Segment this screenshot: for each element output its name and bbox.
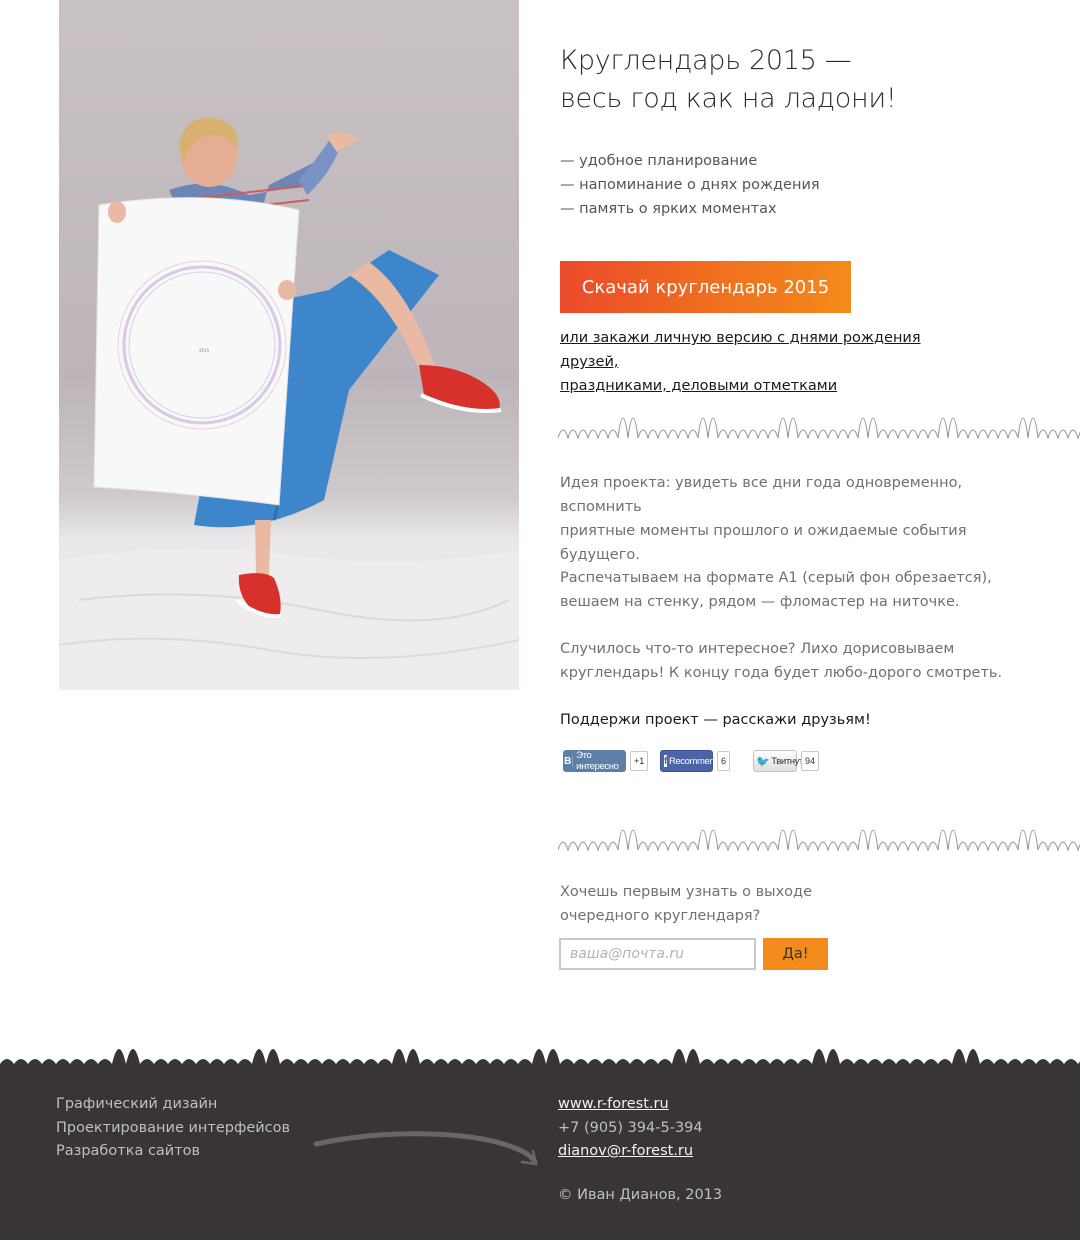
title-line-2: весь год как на ладони! <box>560 83 897 114</box>
facebook-icon: f <box>664 755 667 767</box>
facebook-count: 6 <box>717 751 731 771</box>
feature-item: — удобное планирование <box>560 153 758 169</box>
support-heading: Поддержи проект — расскажи друзьям! <box>560 712 871 728</box>
text-line: вешаем на стенку, рядом — фломастер на н… <box>560 594 960 610</box>
email-input[interactable] <box>559 938 756 970</box>
copyright: © Иван Дианов, 2013 <box>558 1187 723 1203</box>
photo-illustration: 2015 <box>59 117 519 690</box>
text-line: очередного круглендаря? <box>560 908 761 924</box>
vk-count: +1 <box>630 751 649 771</box>
text-line: круглендарь! К концу года будет любо-дор… <box>560 665 1003 681</box>
about-paragraph-draw: Случилось что-то интересное? Лихо дорисо… <box>560 637 1010 685</box>
contacts: www.r-forest.ru +7 (905) 394-5-394 diano… <box>558 1093 703 1164</box>
order-link-line-1: или закажи личную версию с днями рождени… <box>560 330 921 370</box>
order-personal-version-link[interactable]: или закажи личную версию с днями рождени… <box>560 326 960 398</box>
about-paragraph-print: Распечатываем на формате А1 (серый фон о… <box>560 566 1010 614</box>
service-item: Проектирование интерфейсов <box>56 1119 291 1136</box>
twitter-share[interactable]: 🐦 Твитнуть 94 <box>753 750 820 772</box>
vk-icon: В <box>563 755 574 767</box>
text-line: Хочешь первым узнать о выходе <box>560 884 812 900</box>
about-paragraph-idea: Идея проекта: увидеть все дни года однов… <box>560 471 1010 567</box>
footer-wave-edge <box>0 1049 1080 1072</box>
text-line: будущего. <box>560 547 640 563</box>
subscribe-button[interactable]: Да! <box>763 938 828 970</box>
wave-divider <box>558 417 1080 440</box>
wave-divider <box>558 829 1080 852</box>
text-line: приятные моменты прошлого и ожидаемые со… <box>560 523 967 539</box>
feature-list: — удобное планирование — напоминание о д… <box>560 149 820 221</box>
vk-label: Это интересно <box>576 750 619 772</box>
vk-like-button[interactable]: В Это интересно <box>563 750 626 772</box>
website-link[interactable]: www.r-forest.ru <box>558 1093 703 1117</box>
subscribe-question: Хочешь первым узнать о выходе очередного… <box>560 880 812 928</box>
facebook-share[interactable]: f Recommend 6 <box>660 750 731 772</box>
text-line: Случилось что-то интересное? Лихо дорисо… <box>560 641 955 657</box>
page-title: Круглендарь 2015 — весь год как на ладон… <box>560 42 1060 118</box>
poster-year: 2015 <box>199 348 210 353</box>
facebook-recommend-button[interactable]: f Recommend <box>660 750 720 772</box>
twitter-count: 94 <box>801 751 820 771</box>
service-item: Графический дизайн <box>56 1096 218 1112</box>
text-line: Распечатываем на формате А1 (серый фон о… <box>560 570 992 586</box>
twitter-bird-icon: 🐦 <box>756 755 770 768</box>
download-button[interactable]: Скачай круглендарь 2015 <box>560 261 851 313</box>
arrow-icon <box>313 1131 538 1166</box>
services-list: Графический дизайн Проектирование интерф… <box>56 1093 290 1164</box>
email-link[interactable]: dianov@r-forest.ru <box>558 1140 703 1164</box>
hero-photo: 2015 <box>59 0 519 690</box>
feature-item: — память о ярких моментах <box>560 201 777 217</box>
facebook-label: Recommend <box>668 755 720 767</box>
title-line-1: Круглендарь 2015 — <box>560 45 852 76</box>
phone-number: +7 (905) 394-5-394 <box>558 1119 703 1136</box>
feature-item: — напоминание о днях рождения <box>560 177 820 193</box>
service-item: Разработка сайтов <box>56 1143 201 1159</box>
text-line: Идея проекта: увидеть все дни года однов… <box>560 475 963 515</box>
twitter-tweet-button[interactable]: 🐦 Твитнуть <box>753 750 808 772</box>
vk-share[interactable]: В Это интересно +1 <box>563 750 649 772</box>
